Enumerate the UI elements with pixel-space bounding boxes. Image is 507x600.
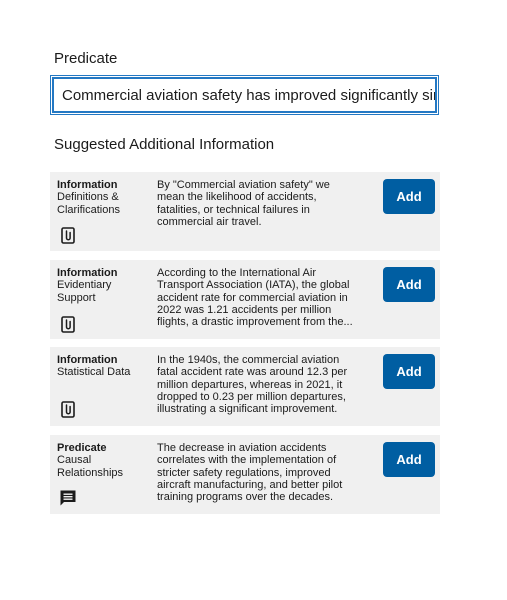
suggestion-card: Information Statistical Data In the 1940… [50, 347, 440, 426]
predicate-label: Predicate [54, 50, 118, 67]
add-button[interactable]: Add [383, 267, 435, 302]
card-text: According to the International Air Trans… [157, 267, 353, 329]
suggestion-card: Predicate Causal Relationships The decre… [50, 435, 440, 514]
add-button[interactable]: Add [383, 179, 435, 214]
attachment-icon [59, 226, 77, 244]
card-category: Causal Relationships [57, 454, 124, 479]
suggestion-card: Information Definitions & Clarifications… [50, 172, 440, 251]
add-button[interactable]: Add [383, 442, 435, 477]
card-category: Statistical Data [57, 366, 131, 378]
card-type: Predicate [57, 442, 107, 454]
suggestion-card: Information Evidentiary Support Accordin… [50, 260, 440, 339]
card-text: In the 1940s, the commercial aviation fa… [157, 354, 348, 416]
card-category: Definitions & Clarifications [57, 191, 120, 216]
add-button[interactable]: Add [383, 354, 435, 389]
attachment-icon [59, 400, 77, 418]
card-category: Evidentiary Support [57, 279, 112, 304]
predicate-input-value: Commercial aviation safety has improved … [62, 86, 437, 104]
comment-icon [59, 489, 77, 507]
card-type: Information [57, 354, 118, 366]
predicate-input[interactable]: Commercial aviation safety has improved … [50, 75, 439, 115]
card-text: The decrease in aviation accidents corre… [157, 442, 343, 504]
attachment-icon [59, 315, 77, 333]
suggested-info-heading: Suggested Additional Information [54, 136, 275, 153]
card-type: Information [57, 267, 118, 279]
card-type: Information [57, 179, 118, 191]
card-text: By "Commercial aviation safety" we mean … [157, 179, 330, 228]
